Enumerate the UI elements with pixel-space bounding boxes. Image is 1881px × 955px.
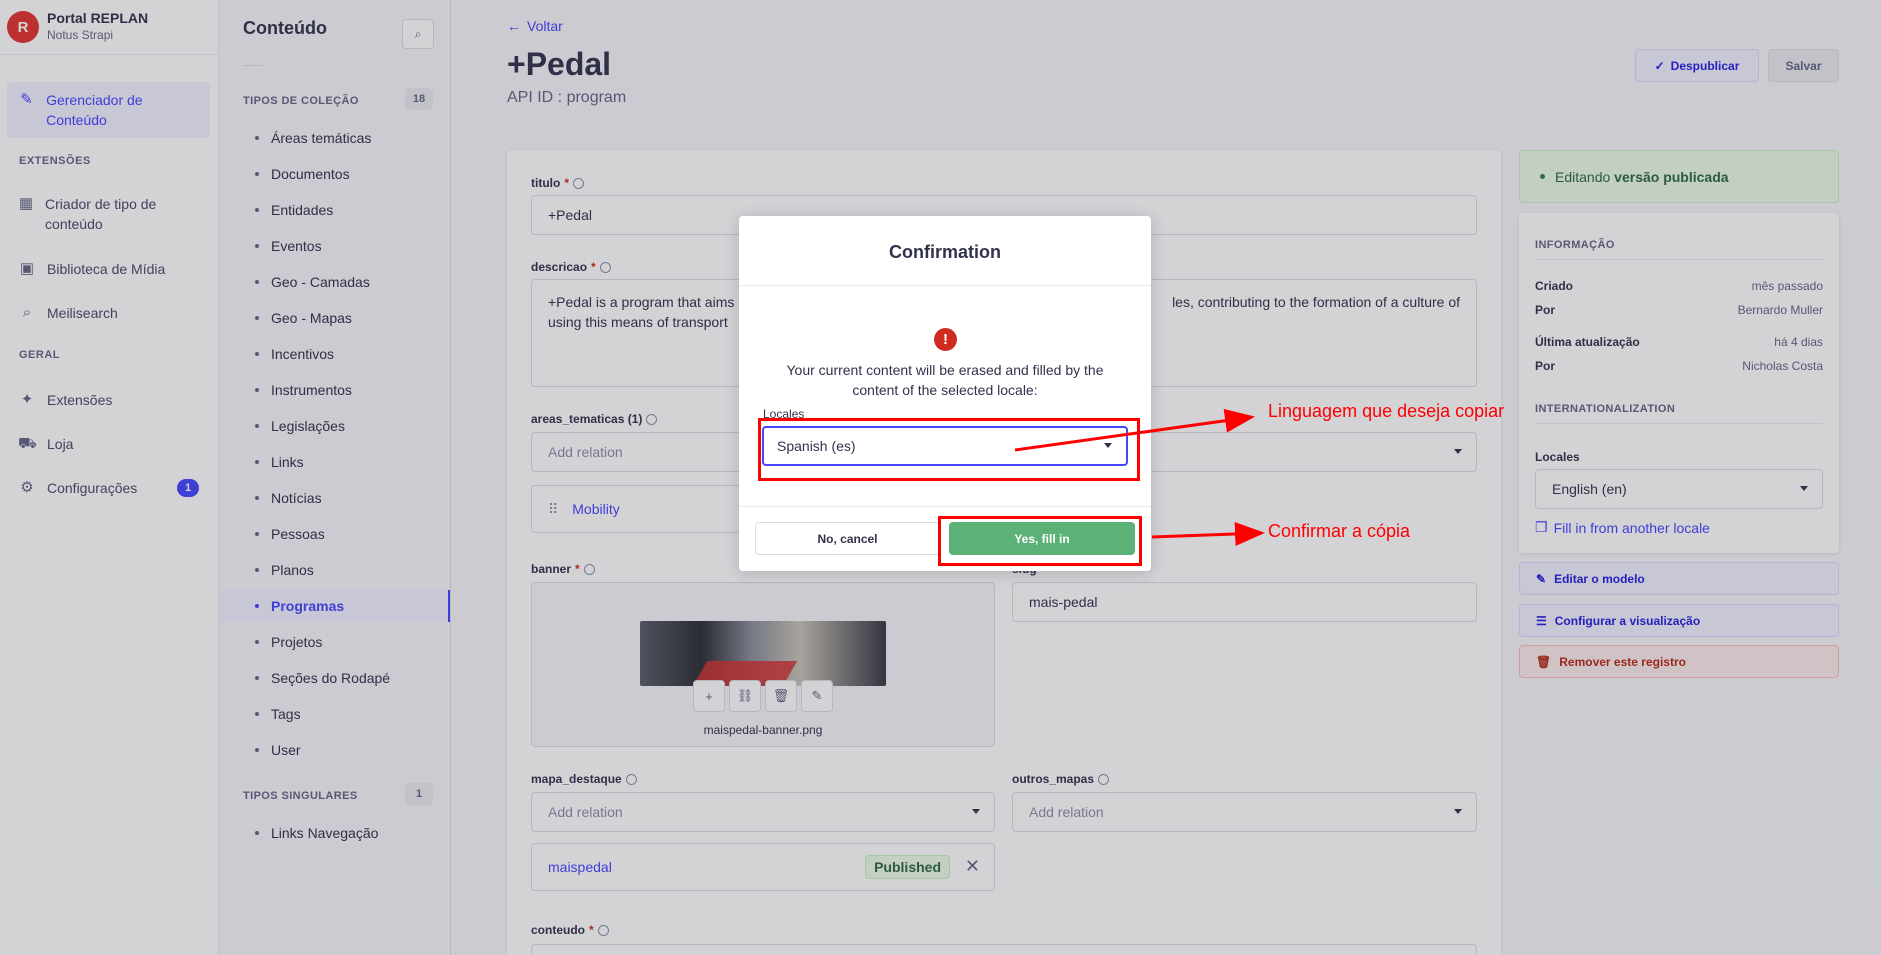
annotation-arrows bbox=[1014, 408, 1265, 546]
arrow-to-confirm bbox=[1151, 521, 1265, 546]
arrow-to-locale bbox=[1014, 408, 1255, 452]
annotation-confirm: Confirmar a cópia bbox=[1268, 521, 1411, 541]
annotation-language: Linguagem que deseja copiar bbox=[1268, 401, 1505, 421]
